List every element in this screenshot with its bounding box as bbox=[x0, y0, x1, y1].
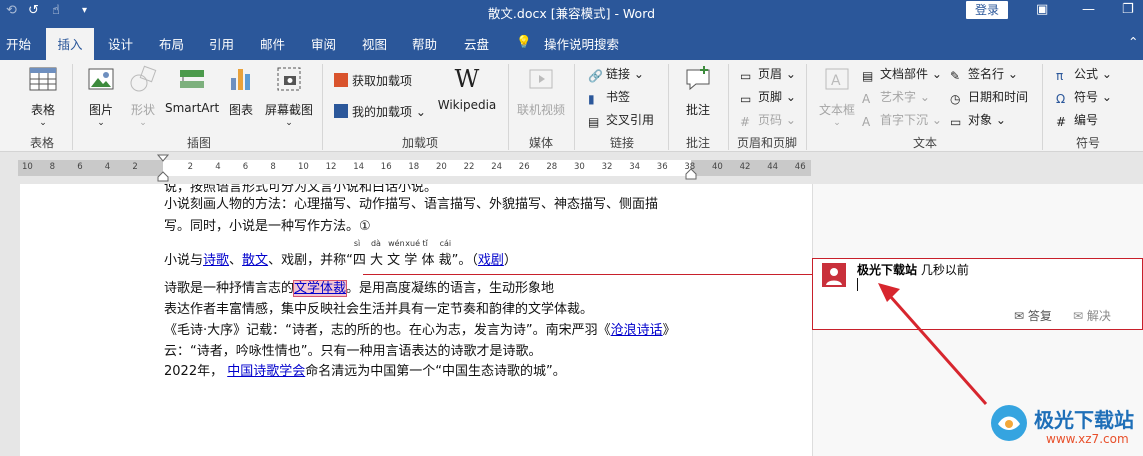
watermark-url: www.xz7.com bbox=[1046, 432, 1129, 446]
annotation-arrow-icon bbox=[878, 283, 988, 405]
watermark-name: 极光下载站 bbox=[1034, 408, 1134, 432]
logo-icon bbox=[991, 405, 1027, 441]
watermark-logo bbox=[988, 402, 1030, 448]
